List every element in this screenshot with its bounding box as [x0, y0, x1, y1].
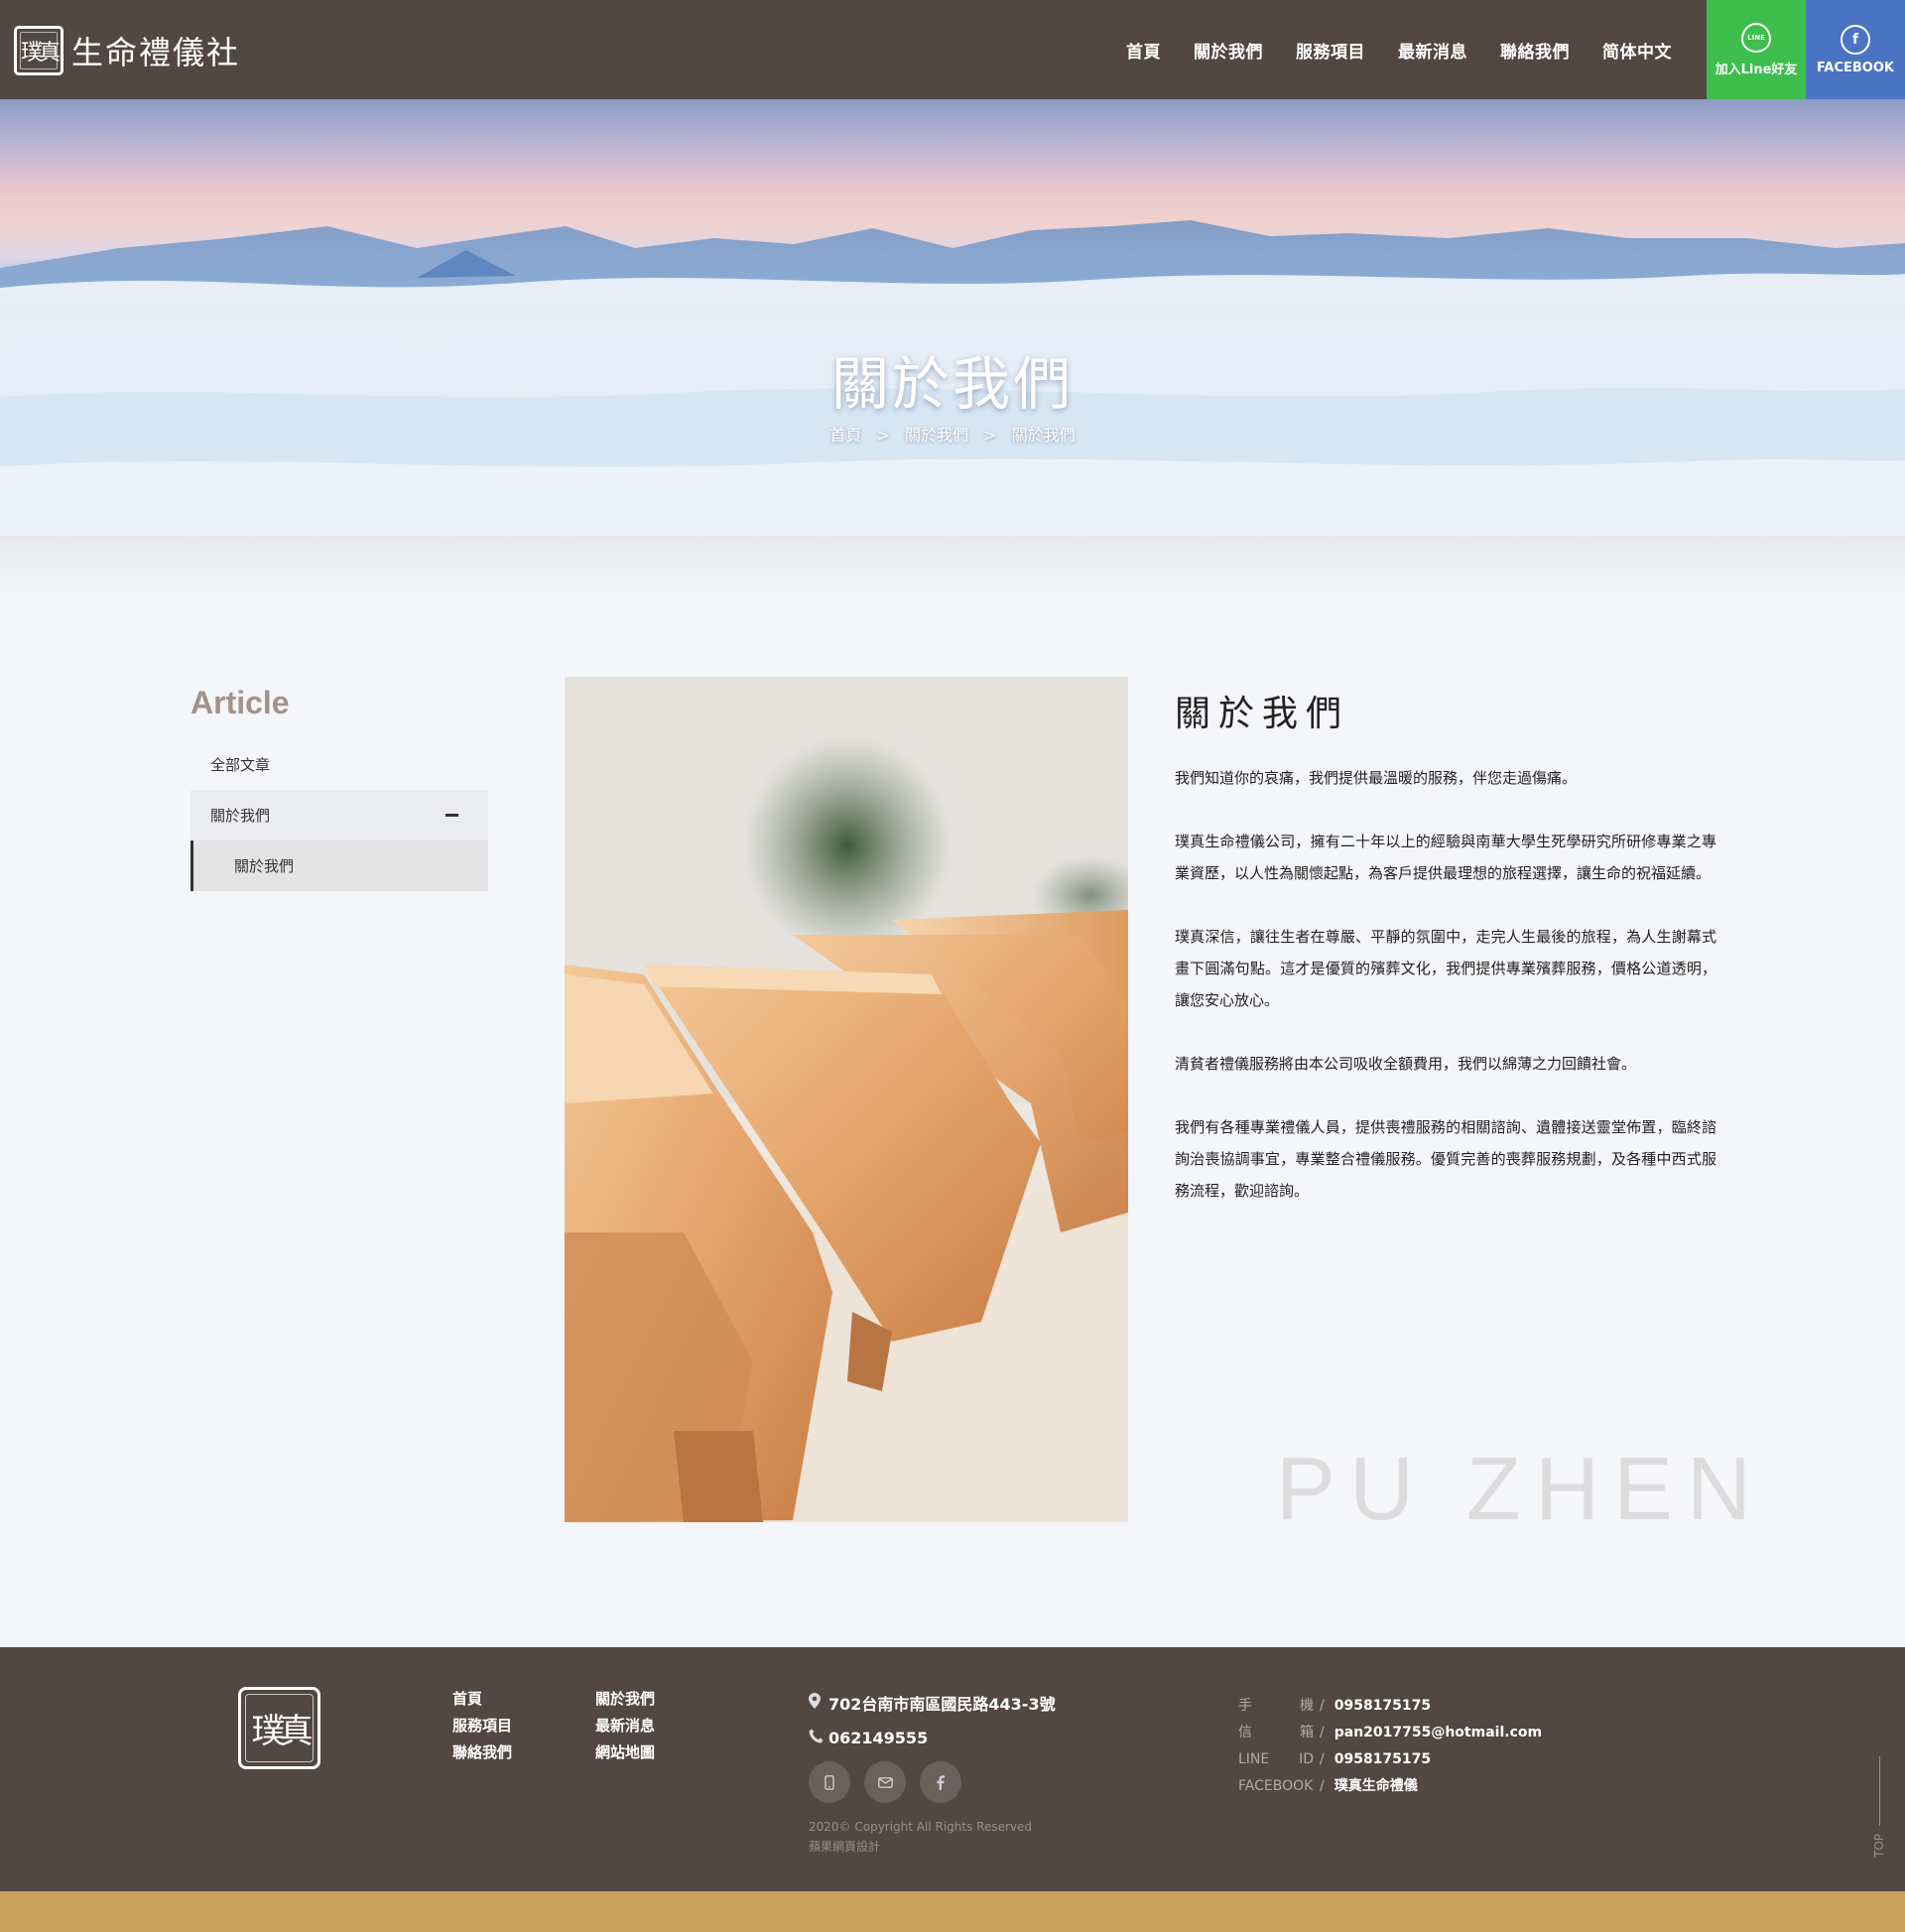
article-paragraph: 我們有各種專業禮儀人員，提供喪禮服務的相關諮詢、遺體接送靈堂佈置，臨終諮詢治喪協… — [1175, 1118, 1716, 1200]
article-paragraph: 清貧者禮儀服務將由本公司吸收全額費用，我們以綿薄之力回饋社會。 — [1175, 1055, 1637, 1073]
sidebar-item-all-articles[interactable]: 全部文章 — [190, 739, 488, 790]
facebook-icon[interactable] — [920, 1761, 961, 1803]
coffins-photo — [565, 677, 1128, 1522]
breadcrumb-separator: > — [983, 426, 997, 445]
info-value[interactable]: 0958175175 — [1334, 1693, 1431, 1720]
sidebar-item-label: 全部文章 — [210, 756, 271, 774]
site-header: 璞真 生命禮儀社 首頁 關於我們 服務項目 最新消息 聯絡我們 简体中文 LIN… — [0, 0, 1905, 99]
nav-news[interactable]: 最新消息 — [1398, 38, 1467, 63]
designer-credit[interactable]: 蘋果網頁設計 — [809, 1837, 1056, 1857]
article-content: 關於我們 我們知道你的哀痛，我們提供最溫暖的服務，伴您走過傷痛。 璞真生命禮儀公… — [1175, 685, 1716, 1238]
article-paragraph: 璞真深信，讓往生者在尊嚴、平靜的氛圍中，走完人生最後的旅程，為人生謝幕式畫下圓滿… — [1175, 928, 1716, 1009]
info-label: 手機 — [1238, 1698, 1314, 1714]
breadcrumb: 首頁 > 關於我們 > 關於我們 — [0, 422, 1905, 446]
info-value[interactable]: pan2017755@hotmail.com — [1334, 1720, 1542, 1746]
info-separator: / — [1320, 1778, 1325, 1794]
phone-text[interactable]: 062149555 — [828, 1729, 928, 1747]
footer-link-about[interactable]: 關於我們 — [595, 1689, 714, 1710]
info-label: 信箱 — [1238, 1725, 1314, 1740]
sidebar-item-about[interactable]: 關於我們 — [190, 790, 488, 840]
facebook-button-label: FACEBOOK — [1817, 60, 1894, 75]
footer-link-news[interactable]: 最新消息 — [595, 1716, 714, 1737]
info-row-line: LINE ID / 0958175175 — [1238, 1746, 1542, 1773]
nav-services[interactable]: 服務項目 — [1296, 38, 1365, 63]
line-icon: LINE — [1741, 22, 1771, 53]
footer-contact: 702台南市南區國民路443-3號 062149555 2020© Copyri… — [809, 1691, 1056, 1857]
breadcrumb-current: 關於我們 — [1011, 426, 1076, 445]
logo-text: 生命禮儀社 — [71, 34, 241, 71]
facebook-button[interactable]: f FACEBOOK — [1806, 0, 1905, 99]
facebook-icon: f — [1841, 24, 1870, 55]
footer-link-sitemap[interactable]: 網站地圖 — [595, 1742, 714, 1763]
main-nav: 首頁 關於我們 服務項目 最新消息 聯絡我們 简体中文 — [1126, 0, 1672, 99]
logo-seal: 璞真 — [14, 26, 64, 75]
mail-icon[interactable] — [864, 1761, 906, 1803]
breadcrumb-about[interactable]: 關於我們 — [905, 426, 968, 445]
breadcrumb-home[interactable]: 首頁 — [829, 426, 861, 445]
map-pin-icon — [809, 1693, 825, 1713]
footer-link-services[interactable]: 服務項目 — [452, 1716, 595, 1737]
hero-banner: 關於我們 首頁 > 關於我們 > 關於我們 — [0, 99, 1905, 536]
article-title: 關於我們 — [1175, 694, 1350, 734]
pu-zhen-watermark: PU ZHEN — [1276, 1440, 1766, 1539]
sidebar-subitem-label: 關於我們 — [234, 857, 295, 875]
info-label: LINE ID — [1238, 1751, 1314, 1767]
footer-phone: 062149555 — [809, 1729, 1056, 1747]
wooden-coffins-illustration — [565, 677, 1128, 1522]
info-row-facebook: FACEBOOK / 璞真生命禮儀 — [1238, 1773, 1542, 1800]
breadcrumb-separator: > — [876, 426, 890, 445]
line-button-label: 加入Line好友 — [1714, 62, 1798, 77]
footer-link-home[interactable]: 首頁 — [452, 1689, 595, 1710]
site-footer: 璞真 首頁 關於我們 服務項目 最新消息 聯絡我們 網站地圖 702台南市南區國… — [0, 1647, 1905, 1891]
info-value[interactable]: 璞真生命禮儀 — [1334, 1773, 1418, 1800]
line-add-friend-button[interactable]: LINE 加入Line好友 — [1707, 0, 1806, 99]
article-paragraph: 璞真生命禮儀公司，擁有二十年以上的經驗與南華大學生死學研究所研修專業之專業資歷，… — [1175, 833, 1716, 882]
info-separator: / — [1320, 1725, 1325, 1740]
nav-simplified-chinese[interactable]: 简体中文 — [1602, 38, 1672, 63]
sidebar-item-label: 關於我們 — [210, 807, 271, 825]
collapse-minus-icon[interactable] — [445, 814, 458, 817]
site-logo[interactable]: 璞真 生命禮儀社 — [14, 26, 240, 75]
nav-about[interactable]: 關於我們 — [1194, 38, 1263, 63]
footer-links: 首頁 關於我們 服務項目 最新消息 聯絡我們 網站地圖 — [452, 1689, 714, 1763]
sea-of-clouds-illustration — [0, 220, 1905, 536]
address-text: 702台南市南區國民路443-3號 — [828, 1695, 1056, 1714]
article-sidebar: Article 全部文章 關於我們 關於我們 — [190, 685, 488, 891]
info-separator: / — [1320, 1698, 1325, 1714]
nav-contact[interactable]: 聯絡我們 — [1500, 38, 1570, 63]
info-label: FACEBOOK — [1238, 1778, 1314, 1794]
footer-accent-bar — [0, 1891, 1905, 1932]
sidebar-title: Article — [190, 685, 290, 720]
top-label: TOP — [1872, 1834, 1886, 1859]
info-separator: / — [1320, 1751, 1325, 1767]
nav-home[interactable]: 首頁 — [1126, 38, 1161, 63]
mobile-icon[interactable] — [809, 1761, 850, 1803]
info-row-email: 信箱 / pan2017755@hotmail.com — [1238, 1720, 1542, 1746]
page-title: 關於我們 — [830, 350, 1074, 418]
copyright: 2020© Copyright All Rights Reserved 蘋果網頁… — [809, 1817, 1056, 1857]
hero-shadow — [0, 536, 1905, 595]
footer-icon-buttons — [809, 1761, 1056, 1803]
sidebar-subitem-about[interactable]: 關於我們 — [190, 840, 488, 891]
info-row-mobile: 手機 / 0958175175 — [1238, 1693, 1542, 1720]
copyright-text: 2020© Copyright All Rights Reserved — [809, 1820, 1033, 1834]
footer-address: 702台南市南區國民路443-3號 — [809, 1691, 1056, 1715]
phone-icon — [809, 1729, 825, 1747]
article-paragraph: 我們知道你的哀痛，我們提供最溫暖的服務，伴您走過傷痛。 — [1175, 769, 1578, 787]
back-to-top-button[interactable]: TOP — [1869, 1756, 1889, 1866]
footer-info: 手機 / 0958175175 信箱 / pan2017755@hotmail.… — [1238, 1693, 1542, 1800]
footer-link-contact[interactable]: 聯絡我們 — [452, 1742, 595, 1763]
top-line — [1878, 1756, 1880, 1826]
info-value[interactable]: 0958175175 — [1334, 1746, 1431, 1773]
footer-logo[interactable]: 璞真 — [238, 1687, 320, 1769]
